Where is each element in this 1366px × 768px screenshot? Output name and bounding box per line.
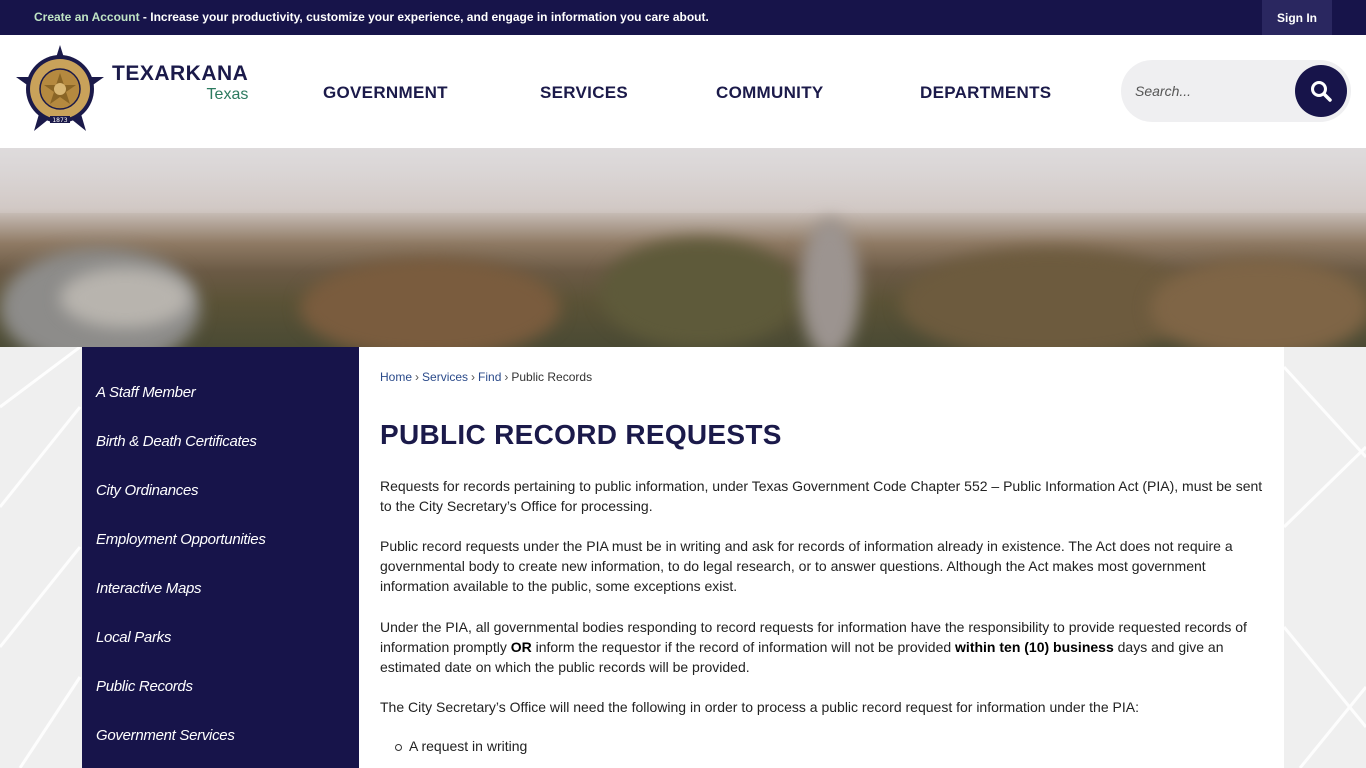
seal-year: 1873 [52,117,67,124]
logo-city-name: TEXARKANA [112,62,249,85]
intro-paragraph: Requests for records pertaining to publi… [380,478,1263,514]
pia-requirements-paragraph: Public record requests under the PIA mus… [380,538,1233,594]
sidebar-item-employment-opportunities[interactable]: Employment Opportunities [96,531,266,548]
sidebar-item-staff-member[interactable]: A Staff Member [96,384,196,401]
sign-in-button[interactable]: Sign In [1262,0,1332,35]
logo-state-name: Texas [206,86,249,103]
breadcrumb-services[interactable]: Services [422,370,468,384]
list-item: A request in writing [394,738,528,754]
sidebar-item-birth-death-certificates[interactable]: Birth & Death Certificates [96,433,257,450]
breadcrumb-separator: › [471,370,476,384]
nav-services[interactable]: SERVICES [540,83,628,103]
site-header: 1873 TEXARKANA Texas GOVERNMENT SERVICES… [0,35,1366,148]
sidebar-item-government-services[interactable]: Government Services [96,727,235,744]
search-icon [1311,81,1332,102]
requirements-intro-paragraph: The City Secretary’s Office will need th… [380,699,1139,715]
page-title: PUBLIC RECORD REQUESTS [380,419,782,450]
breadcrumb: Home › Services › Find › Public Records [380,370,592,384]
breadcrumb-separator: › [415,370,420,384]
top-bar: Create an Account - Increase your produc… [0,0,1366,35]
search-button[interactable] [1295,65,1347,117]
sidebar-item-city-ordinances[interactable]: City Ordinances [96,482,199,499]
main-content: Home › Services › Find › Public Records PUBLIC… [359,347,1284,768]
emphasis-or: OR [510,639,532,655]
breadcrumb-find[interactable]: Find [478,370,501,384]
sidebar-item-public-records[interactable]: Public Records [96,678,193,695]
response-time-paragraph: Under the PIA, all governmental bodies r… [380,619,1247,675]
breadcrumb-home[interactable]: Home [380,370,412,384]
nav-government[interactable]: GOVERNMENT [323,83,448,103]
create-account-link[interactable]: Create an Account [34,10,140,24]
breadcrumb-separator: › [504,370,509,384]
emphasis-business-days: within ten (10) business [955,639,1114,655]
hero-banner-image [0,148,1366,347]
search-input[interactable] [1135,81,1295,101]
account-message: Create an Account - Increase your produc… [34,10,709,24]
city-seal-logo[interactable]: 1873 [14,43,106,135]
account-message-text: - Increase your productivity, customize … [139,10,709,24]
sidebar-item-local-parks[interactable]: Local Parks [96,629,171,646]
breadcrumb-current: Public Records [511,370,593,384]
nav-departments[interactable]: DEPARTMENTS [920,83,1051,103]
nav-community[interactable]: COMMUNITY [716,83,824,103]
sidebar-item-interactive-maps[interactable]: Interactive Maps [96,580,202,597]
search-box [1121,60,1351,122]
sidebar-nav: A Staff Member Birth & Death Certificate… [82,347,359,768]
site-logo-text[interactable]: TEXARKANA Texas [112,62,248,104]
